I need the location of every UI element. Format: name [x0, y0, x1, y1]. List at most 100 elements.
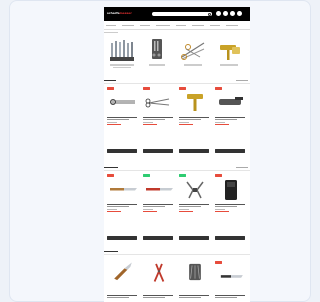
scissors-image	[110, 99, 135, 105]
add-to-cart-button[interactable]	[143, 149, 173, 153]
add-to-cart-button[interactable]	[179, 236, 209, 240]
product-title[interactable]	[179, 204, 209, 205]
new-badge	[143, 174, 150, 177]
knife-image	[220, 275, 243, 278]
product-subtitle	[143, 206, 165, 207]
category-tongs[interactable]	[178, 37, 208, 73]
scissors-icon	[149, 39, 165, 66]
product-subtitle	[215, 206, 237, 207]
breadcrumb	[104, 32, 118, 33]
multitool-image	[186, 181, 204, 199]
pliers-image	[153, 263, 165, 282]
product-subtitle	[107, 297, 129, 298]
multitool-image	[189, 263, 201, 281]
nav-item[interactable]	[192, 25, 204, 26]
product-title[interactable]	[143, 204, 173, 205]
sale-badge	[215, 87, 222, 90]
new-badge	[179, 174, 186, 177]
product-title[interactable]	[107, 295, 137, 296]
folding-knife-image	[114, 262, 132, 281]
nav-item[interactable]	[210, 25, 220, 26]
old-price	[107, 209, 117, 210]
main-nav	[104, 24, 250, 28]
add-to-cart-button[interactable]	[143, 236, 173, 240]
nail-clipper-image	[219, 97, 243, 105]
sale-badge	[215, 174, 222, 177]
add-to-cart-button[interactable]	[179, 149, 209, 153]
old-price	[215, 209, 225, 210]
product-price	[179, 124, 193, 126]
section-divider	[104, 170, 250, 171]
category-razor[interactable]	[214, 37, 244, 73]
product-price	[179, 211, 193, 213]
search-icon[interactable]	[208, 12, 211, 16]
section-title	[104, 167, 118, 169]
account-icon[interactable]	[216, 11, 221, 16]
category-knife-set[interactable]	[107, 37, 137, 73]
knife-set-icon	[110, 40, 134, 68]
nav-item[interactable]	[226, 25, 238, 26]
product-title[interactable]	[107, 204, 137, 205]
product-price	[107, 124, 121, 126]
compare-icon[interactable]	[230, 11, 235, 16]
section-divider	[104, 83, 250, 84]
old-price	[179, 122, 189, 123]
safety-razor-image	[187, 94, 203, 111]
preview-card: scharfemesser	[9, 0, 311, 302]
product-price	[143, 211, 157, 213]
product-title[interactable]	[215, 295, 245, 296]
site-logo[interactable]: scharfemesser	[107, 11, 132, 16]
sale-badge	[215, 261, 222, 264]
old-price	[107, 122, 117, 123]
product-title[interactable]	[215, 117, 245, 118]
nav-divider	[104, 29, 250, 30]
product-subtitle	[179, 206, 201, 207]
cart-icon[interactable]	[237, 11, 242, 16]
nav-item[interactable]	[106, 25, 116, 26]
category-scissors[interactable]	[142, 37, 172, 73]
add-to-cart-button[interactable]	[107, 236, 137, 240]
add-to-cart-button[interactable]	[215, 236, 245, 240]
nail-scissors-image	[145, 98, 170, 108]
product-title[interactable]	[215, 204, 245, 205]
product-price	[143, 124, 157, 126]
product-subtitle	[107, 206, 129, 207]
tongs-icon	[181, 42, 205, 66]
sale-badge	[107, 174, 114, 177]
knife-image	[110, 188, 137, 191]
logo-text: scharfe	[107, 11, 120, 15]
product-price	[215, 124, 229, 126]
search-input[interactable]	[152, 12, 212, 16]
section-more-link[interactable]	[236, 80, 248, 81]
webshop-page[interactable]: scharfemesser	[104, 7, 250, 302]
old-price	[215, 122, 225, 123]
section-title	[104, 80, 116, 82]
section-divider	[104, 254, 250, 255]
logo-accent-text: messer	[119, 11, 132, 15]
nav-item[interactable]	[140, 25, 150, 26]
add-to-cart-button[interactable]	[107, 149, 137, 153]
product-subtitle	[107, 119, 129, 120]
old-price	[179, 209, 189, 210]
section-title	[104, 251, 118, 253]
product-title[interactable]	[143, 117, 173, 118]
product-title[interactable]	[179, 295, 209, 296]
sale-badge	[143, 87, 150, 90]
product-title[interactable]	[179, 117, 209, 118]
add-to-cart-button[interactable]	[215, 149, 245, 153]
product-subtitle	[143, 119, 165, 120]
product-title[interactable]	[143, 295, 173, 296]
nav-item[interactable]	[156, 25, 170, 26]
product-price	[107, 211, 121, 213]
nav-item[interactable]	[122, 25, 134, 26]
wishlist-icon[interactable]	[223, 11, 228, 16]
section-more-link[interactable]	[236, 167, 248, 168]
nav-item[interactable]	[176, 25, 186, 26]
product-subtitle	[179, 119, 201, 120]
pouch-image	[225, 180, 237, 200]
product-subtitle	[215, 119, 237, 120]
product-title[interactable]	[107, 117, 137, 118]
old-price	[143, 209, 153, 210]
product-price	[215, 211, 229, 213]
sale-badge	[179, 87, 186, 90]
